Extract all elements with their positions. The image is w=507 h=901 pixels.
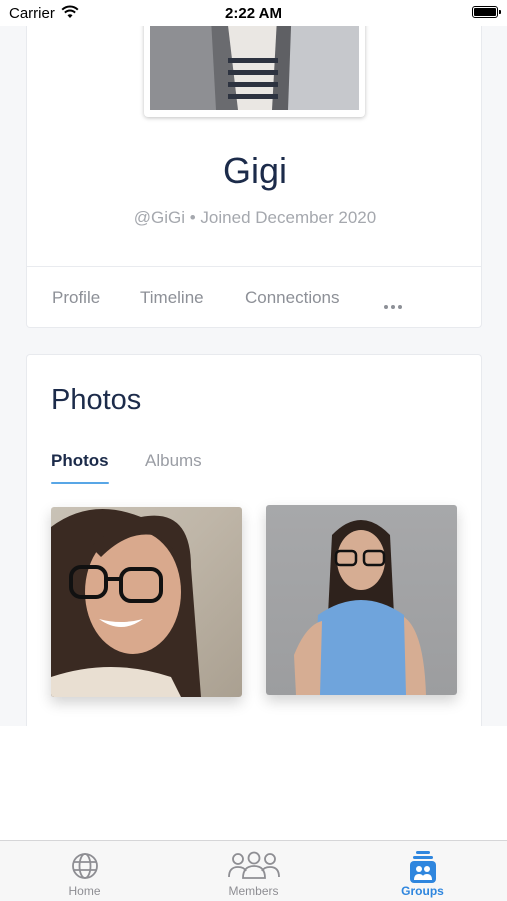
members-icon (169, 851, 338, 881)
photo-thumbnail[interactable] (266, 505, 457, 695)
profile-tabs: Profile Timeline Connections (27, 288, 483, 310)
photo-thumbnail[interactable] (51, 507, 242, 697)
active-tab-indicator (51, 482, 109, 484)
section-title: Photos (51, 384, 142, 416)
tab-home-label: Home (68, 884, 101, 898)
tab-bar: Home Members Groups (0, 840, 507, 900)
tab-members-label: Members (228, 884, 279, 898)
profile-meta: @GiGi • Joined December 2020 (133, 208, 377, 227)
tab-connections[interactable]: Connections (245, 288, 340, 308)
tab-members[interactable]: Members (169, 841, 338, 901)
tab-timeline[interactable]: Timeline (140, 288, 204, 308)
tab-groups-label: Groups (401, 884, 444, 898)
status-bar: Carrier 2:22 AM (0, 0, 507, 26)
groups-icon (338, 851, 507, 883)
divider (27, 266, 481, 267)
tab-home[interactable]: Home (0, 841, 169, 901)
tab-albums[interactable]: Albums (145, 451, 202, 471)
photos-card: Photos Photos Albums (26, 354, 482, 726)
profile-card: Gigi @GiGi • Joined December 2020 Profil… (26, 0, 482, 328)
clock: 2:22 AM (225, 5, 282, 22)
tab-groups[interactable]: Groups (338, 841, 507, 901)
tab-profile[interactable]: Profile (52, 288, 100, 308)
globe-icon (0, 851, 169, 881)
profile-name: Gigi (222, 150, 288, 191)
empty-space (0, 726, 507, 840)
more-horizontal-icon[interactable] (384, 296, 405, 314)
tab-photos[interactable]: Photos (51, 451, 109, 471)
battery-icon (472, 6, 501, 18)
